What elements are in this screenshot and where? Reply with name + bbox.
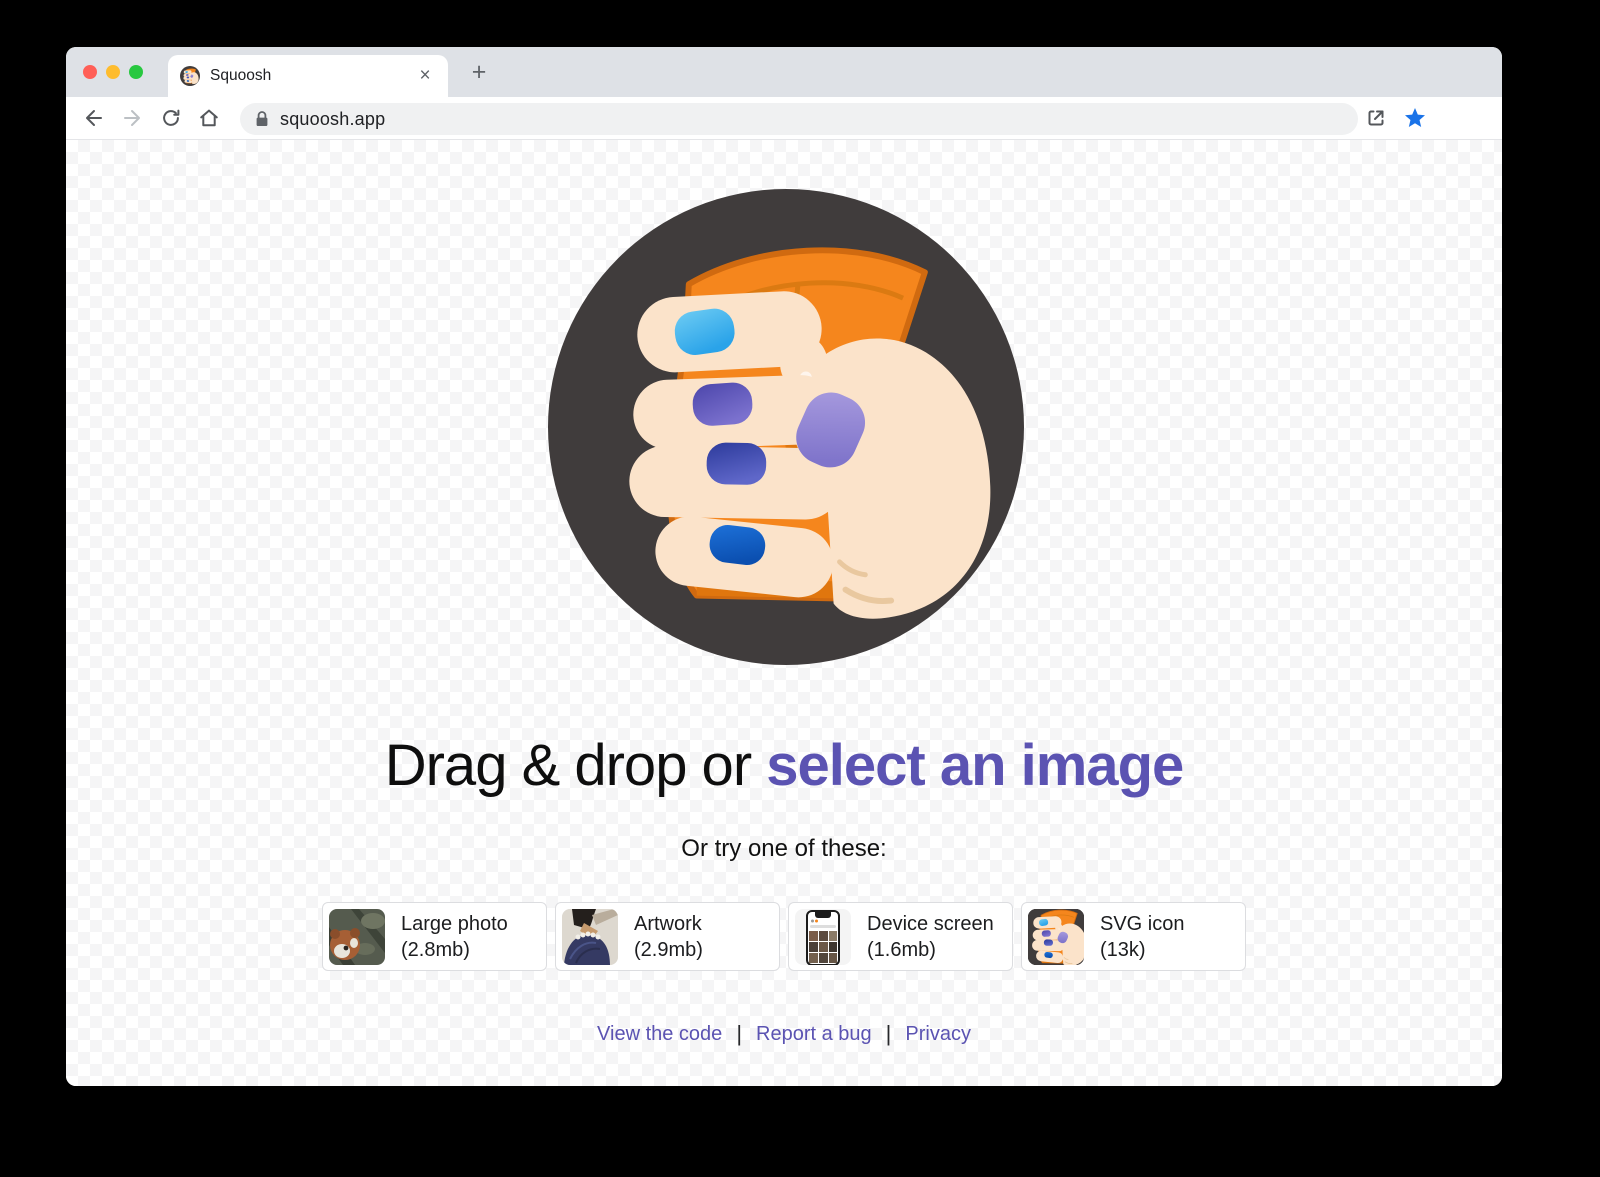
close-window-button[interactable] [83,65,97,79]
footer-links: View the code | Report a bug | Privacy [66,1021,1502,1047]
reload-icon [159,106,183,130]
back-button[interactable] [79,103,109,133]
demo-image-row: Large photo(2.8mb) [66,902,1502,971]
subtitle: Or try one of these: [66,835,1502,863]
tab-title: Squoosh [210,67,414,85]
squoosh-hand-logo [548,189,1024,665]
privacy-link[interactable]: Privacy [905,1023,971,1046]
home-icon [197,106,221,130]
open-in-new-icon [1364,106,1388,130]
demo-label: SVG icon(13k) [1100,911,1184,963]
bookmark-star-icon [1403,106,1427,130]
browser-window: Squoosh × + squoosh.app [66,47,1502,1086]
back-arrow-icon [82,106,106,130]
open-in-new-button[interactable] [1361,103,1391,133]
bookmark-star-button[interactable] [1400,103,1430,133]
zoom-window-button[interactable] [129,65,143,79]
squoosh-page: Drag & drop or select an image Or try on… [66,140,1502,1086]
forward-arrow-icon [120,106,144,130]
artwork-thumbnail [562,909,618,965]
squoosh-favicon-icon [180,66,200,86]
https-lock-icon[interactable] [254,110,270,128]
toolbar: squoosh.app [66,97,1502,140]
footer-separator: | [886,1021,892,1047]
address-bar[interactable]: squoosh.app [240,103,1358,135]
new-tab-button[interactable]: + [464,57,494,87]
report-a-bug-link[interactable]: Report a bug [756,1023,872,1046]
tab-squoosh[interactable]: Squoosh × [168,55,448,97]
demo-svg-icon-button[interactable]: SVG icon(13k) [1021,902,1246,971]
minimize-window-button[interactable] [106,65,120,79]
select-an-image-link[interactable]: select an image [766,733,1183,798]
forward-button[interactable] [117,103,147,133]
reload-button[interactable] [156,103,186,133]
svg-icon-thumbnail [1028,909,1084,965]
close-tab-icon[interactable]: × [414,65,436,87]
url-text: squoosh.app [280,109,385,130]
view-the-code-link[interactable]: View the code [597,1023,722,1046]
tab-strip: Squoosh × + [66,47,1502,97]
demo-large-photo-button[interactable]: Large photo(2.8mb) [322,902,547,971]
footer-separator: | [736,1021,742,1047]
demo-artwork-button[interactable]: Artwork(2.9mb) [555,902,780,971]
headline-prefix: Drag & drop or [385,733,767,798]
home-button[interactable] [194,103,224,133]
red-panda-thumbnail [329,909,385,965]
demo-label: Artwork(2.9mb) [634,911,703,963]
demo-label: Device screen(1.6mb) [867,911,994,963]
demo-device-screen-button[interactable]: Device screen(1.6mb) [788,902,1013,971]
device-screen-thumbnail [795,909,851,965]
headline: Drag & drop or select an image [66,732,1502,799]
demo-label: Large photo(2.8mb) [401,911,508,963]
